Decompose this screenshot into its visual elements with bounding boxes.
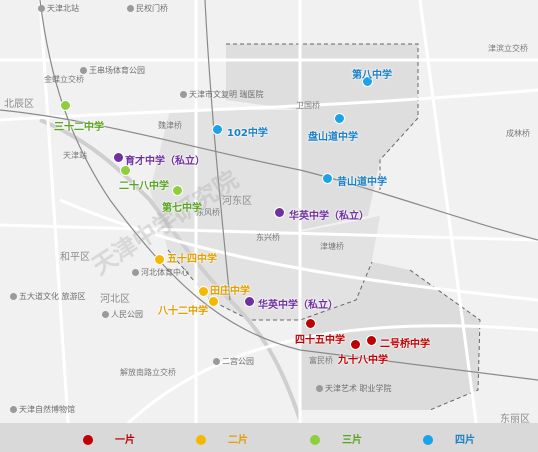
legend-item-green: 三片 [310, 431, 362, 446]
road-label: 富民桥 [309, 356, 333, 365]
poi-icon [10, 406, 17, 413]
school-dot [154, 254, 165, 265]
school-dot [244, 296, 255, 307]
poi-label: 天津北站 [38, 4, 79, 14]
poi-label: 二宫公园 [213, 357, 254, 367]
school-label: 二十八中学 [119, 181, 169, 192]
school-dot [120, 165, 131, 176]
road-label: 津滨立交桥 [488, 44, 528, 53]
poi-label: 人民公园 [102, 310, 143, 320]
school-label: 四十五中学 [295, 335, 345, 346]
legend-swatch [196, 435, 206, 445]
legend-swatch [310, 435, 320, 445]
legend-item-red: 一片 [83, 431, 135, 446]
road-label: 津塘桥 [320, 242, 344, 251]
school-label: 第八中学 [352, 70, 392, 81]
poi-icon [102, 311, 109, 318]
school-dot [208, 296, 219, 307]
school-dot [305, 318, 316, 329]
school-dot [212, 124, 223, 135]
legend-item-yellow: 二片 [196, 431, 248, 446]
legend-item-blue: 四片 [423, 431, 475, 446]
poi-icon [38, 5, 45, 12]
legend-swatch [423, 435, 433, 445]
road-label: 解放南路立交桥 [120, 368, 176, 377]
school-label: 第七中学 [162, 203, 202, 214]
legend-swatch [83, 435, 93, 445]
school-dot [113, 152, 124, 163]
poi-label: 五大道文化 旅游区 [10, 292, 86, 302]
school-label: 九十八中学 [338, 355, 388, 366]
school-label: 102中学 [227, 128, 268, 139]
school-label: 田庄中学 [210, 286, 250, 297]
road-label: 魏津桥 [158, 121, 182, 130]
school-label: 二号桥中学 [380, 339, 430, 350]
poi-icon [213, 358, 220, 365]
school-dot [334, 113, 345, 124]
district-label: 河北区 [100, 294, 130, 305]
school-dot [366, 335, 377, 346]
district-label: 河东区 [222, 196, 252, 207]
school-dot [198, 286, 209, 297]
poi-icon [127, 5, 134, 12]
poi-label: 王串场体育公园 [80, 66, 145, 76]
road-label: 金蝶立交桥 [44, 75, 84, 84]
school-label: 盘山道中学 [308, 132, 358, 143]
road-label: 东兴桥 [256, 233, 280, 242]
district-label: 和平区 [60, 252, 90, 263]
school-dot [350, 339, 361, 350]
district-map: 天津中学研究院 北辰区 和平区 河北区 河东区 东丽区 魏津桥 卫国桥 津滨立交… [0, 0, 538, 452]
school-label: 昔山道中学 [337, 177, 387, 188]
poi-icon [180, 91, 187, 98]
school-dot [172, 185, 183, 196]
poi-label: 天津市文复明 瑞医院 [180, 90, 264, 100]
school-label: 三十二中学 [54, 122, 104, 133]
poi-label: 民权门桥 [127, 4, 168, 14]
school-dot [60, 100, 71, 111]
road-label: 卫国桥 [296, 101, 320, 110]
district-label: 北辰区 [4, 99, 34, 110]
school-label: 五十四中学 [167, 254, 217, 265]
school-label: 八十二中学 [158, 306, 208, 317]
legend-label: 二片 [228, 435, 248, 446]
legend-label: 四片 [455, 435, 475, 446]
poi-icon [132, 269, 139, 276]
road-label: 成林桥 [506, 129, 530, 138]
road-label: 天津站 [63, 151, 87, 160]
school-label: 华英中学（私立） [289, 211, 369, 222]
school-label: 育才中学（私立） [125, 156, 205, 167]
poi-icon [80, 67, 87, 74]
poi-icon [10, 293, 17, 300]
legend-label: 三片 [342, 435, 362, 446]
school-dot [322, 173, 333, 184]
poi-icon [316, 385, 323, 392]
legend-bar: 一片 二片 三片 四片 [0, 423, 538, 452]
poi-label: 天津自然博物馆 [10, 405, 75, 415]
school-label: 华英中学（私立） [258, 300, 338, 311]
legend-label: 一片 [115, 435, 135, 446]
poi-label: 河北体育中心 [132, 268, 189, 278]
school-dot [274, 207, 285, 218]
poi-label: 天津艺术 职业学院 [316, 384, 392, 394]
